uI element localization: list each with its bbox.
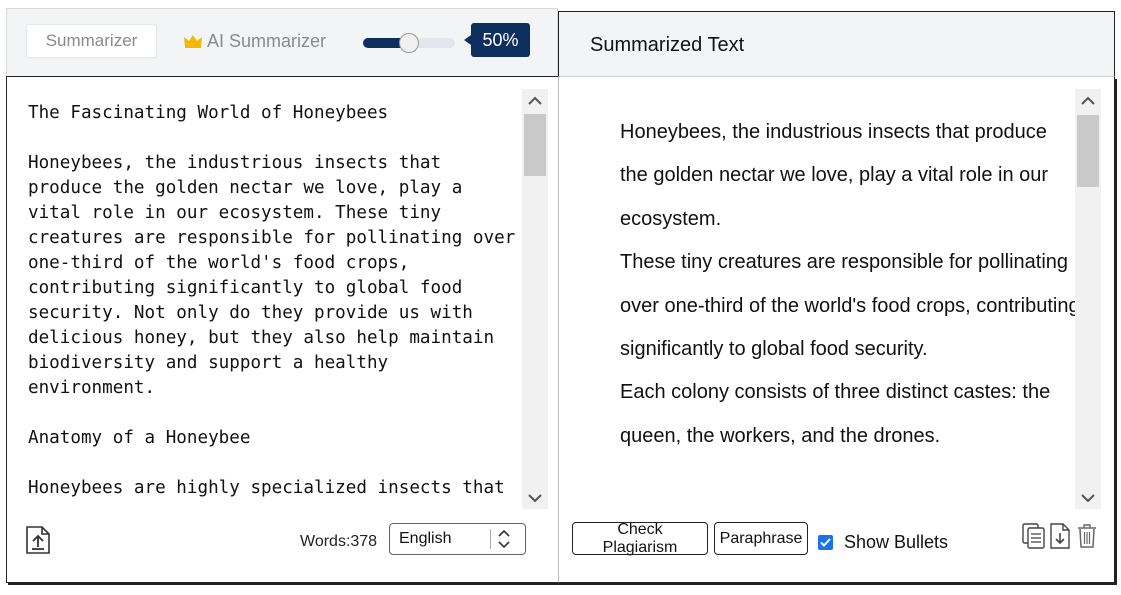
slider-thumb[interactable] xyxy=(399,33,419,53)
select-divider xyxy=(490,529,491,549)
input-scrollbar[interactable] xyxy=(522,89,548,509)
summary-bullet-item: Honeybees, the industrious insects that … xyxy=(620,111,1080,241)
chevron-up-down-icon xyxy=(498,529,510,549)
summary-length-slider[interactable] xyxy=(363,33,455,53)
show-bullets-checkbox[interactable] xyxy=(818,535,833,550)
slider-value-label: 50% xyxy=(482,29,519,50)
summary-bullet-item: Each colony consists of three distinct c… xyxy=(620,371,1080,458)
tab-ai-summarizer-label: AI Summarizer xyxy=(207,30,327,51)
slider-value-badge: 50% xyxy=(464,23,530,57)
check-plagiarism-button[interactable]: Check Plagiarism xyxy=(572,521,708,556)
input-panel: The Fascinating World of Honeybees Honey… xyxy=(6,76,559,583)
language-select[interactable]: English xyxy=(389,523,526,555)
copy-icon[interactable] xyxy=(1022,523,1046,549)
input-textarea[interactable]: The Fascinating World of Honeybees Honey… xyxy=(28,101,520,506)
tab-summarizer[interactable]: Summarizer xyxy=(27,25,156,57)
summary-bullet-list: Honeybees, the industrious insects that … xyxy=(620,111,1080,513)
scroll-down-icon[interactable] xyxy=(522,487,548,509)
delete-icon[interactable] xyxy=(1075,523,1099,549)
download-icon[interactable] xyxy=(1048,523,1072,549)
summary-panel: Honeybees, the industrious insects that … xyxy=(559,77,1115,583)
summary-title: Summarized Text xyxy=(590,34,745,56)
summary-scroll-thumb[interactable] xyxy=(1077,115,1099,187)
language-selected-value: English xyxy=(399,530,452,547)
tab-ai-summarizer[interactable]: AI Summarizer xyxy=(183,25,326,57)
tab-summarizer-label: Summarizer xyxy=(45,31,138,50)
crown-icon xyxy=(184,35,202,48)
paraphrase-button[interactable]: Paraphrase xyxy=(714,522,808,555)
summary-bullet-item: These tiny creatures are responsible for… xyxy=(620,241,1080,371)
summary-scrollbar[interactable] xyxy=(1075,89,1101,509)
input-scroll-thumb[interactable] xyxy=(524,114,546,176)
upload-file-icon[interactable] xyxy=(24,525,52,555)
show-bullets-label: Show Bullets xyxy=(844,532,949,552)
scroll-up-icon[interactable] xyxy=(522,89,548,111)
input-clip-mask xyxy=(27,497,522,511)
scroll-down-icon[interactable] xyxy=(1075,487,1101,509)
summarizer-toolbar: Summarizer AI Summarizer 50% xyxy=(6,8,558,76)
scroll-up-icon[interactable] xyxy=(1075,89,1101,111)
word-count: Words:378 xyxy=(300,533,378,550)
summary-header: Summarized Text xyxy=(558,11,1115,77)
